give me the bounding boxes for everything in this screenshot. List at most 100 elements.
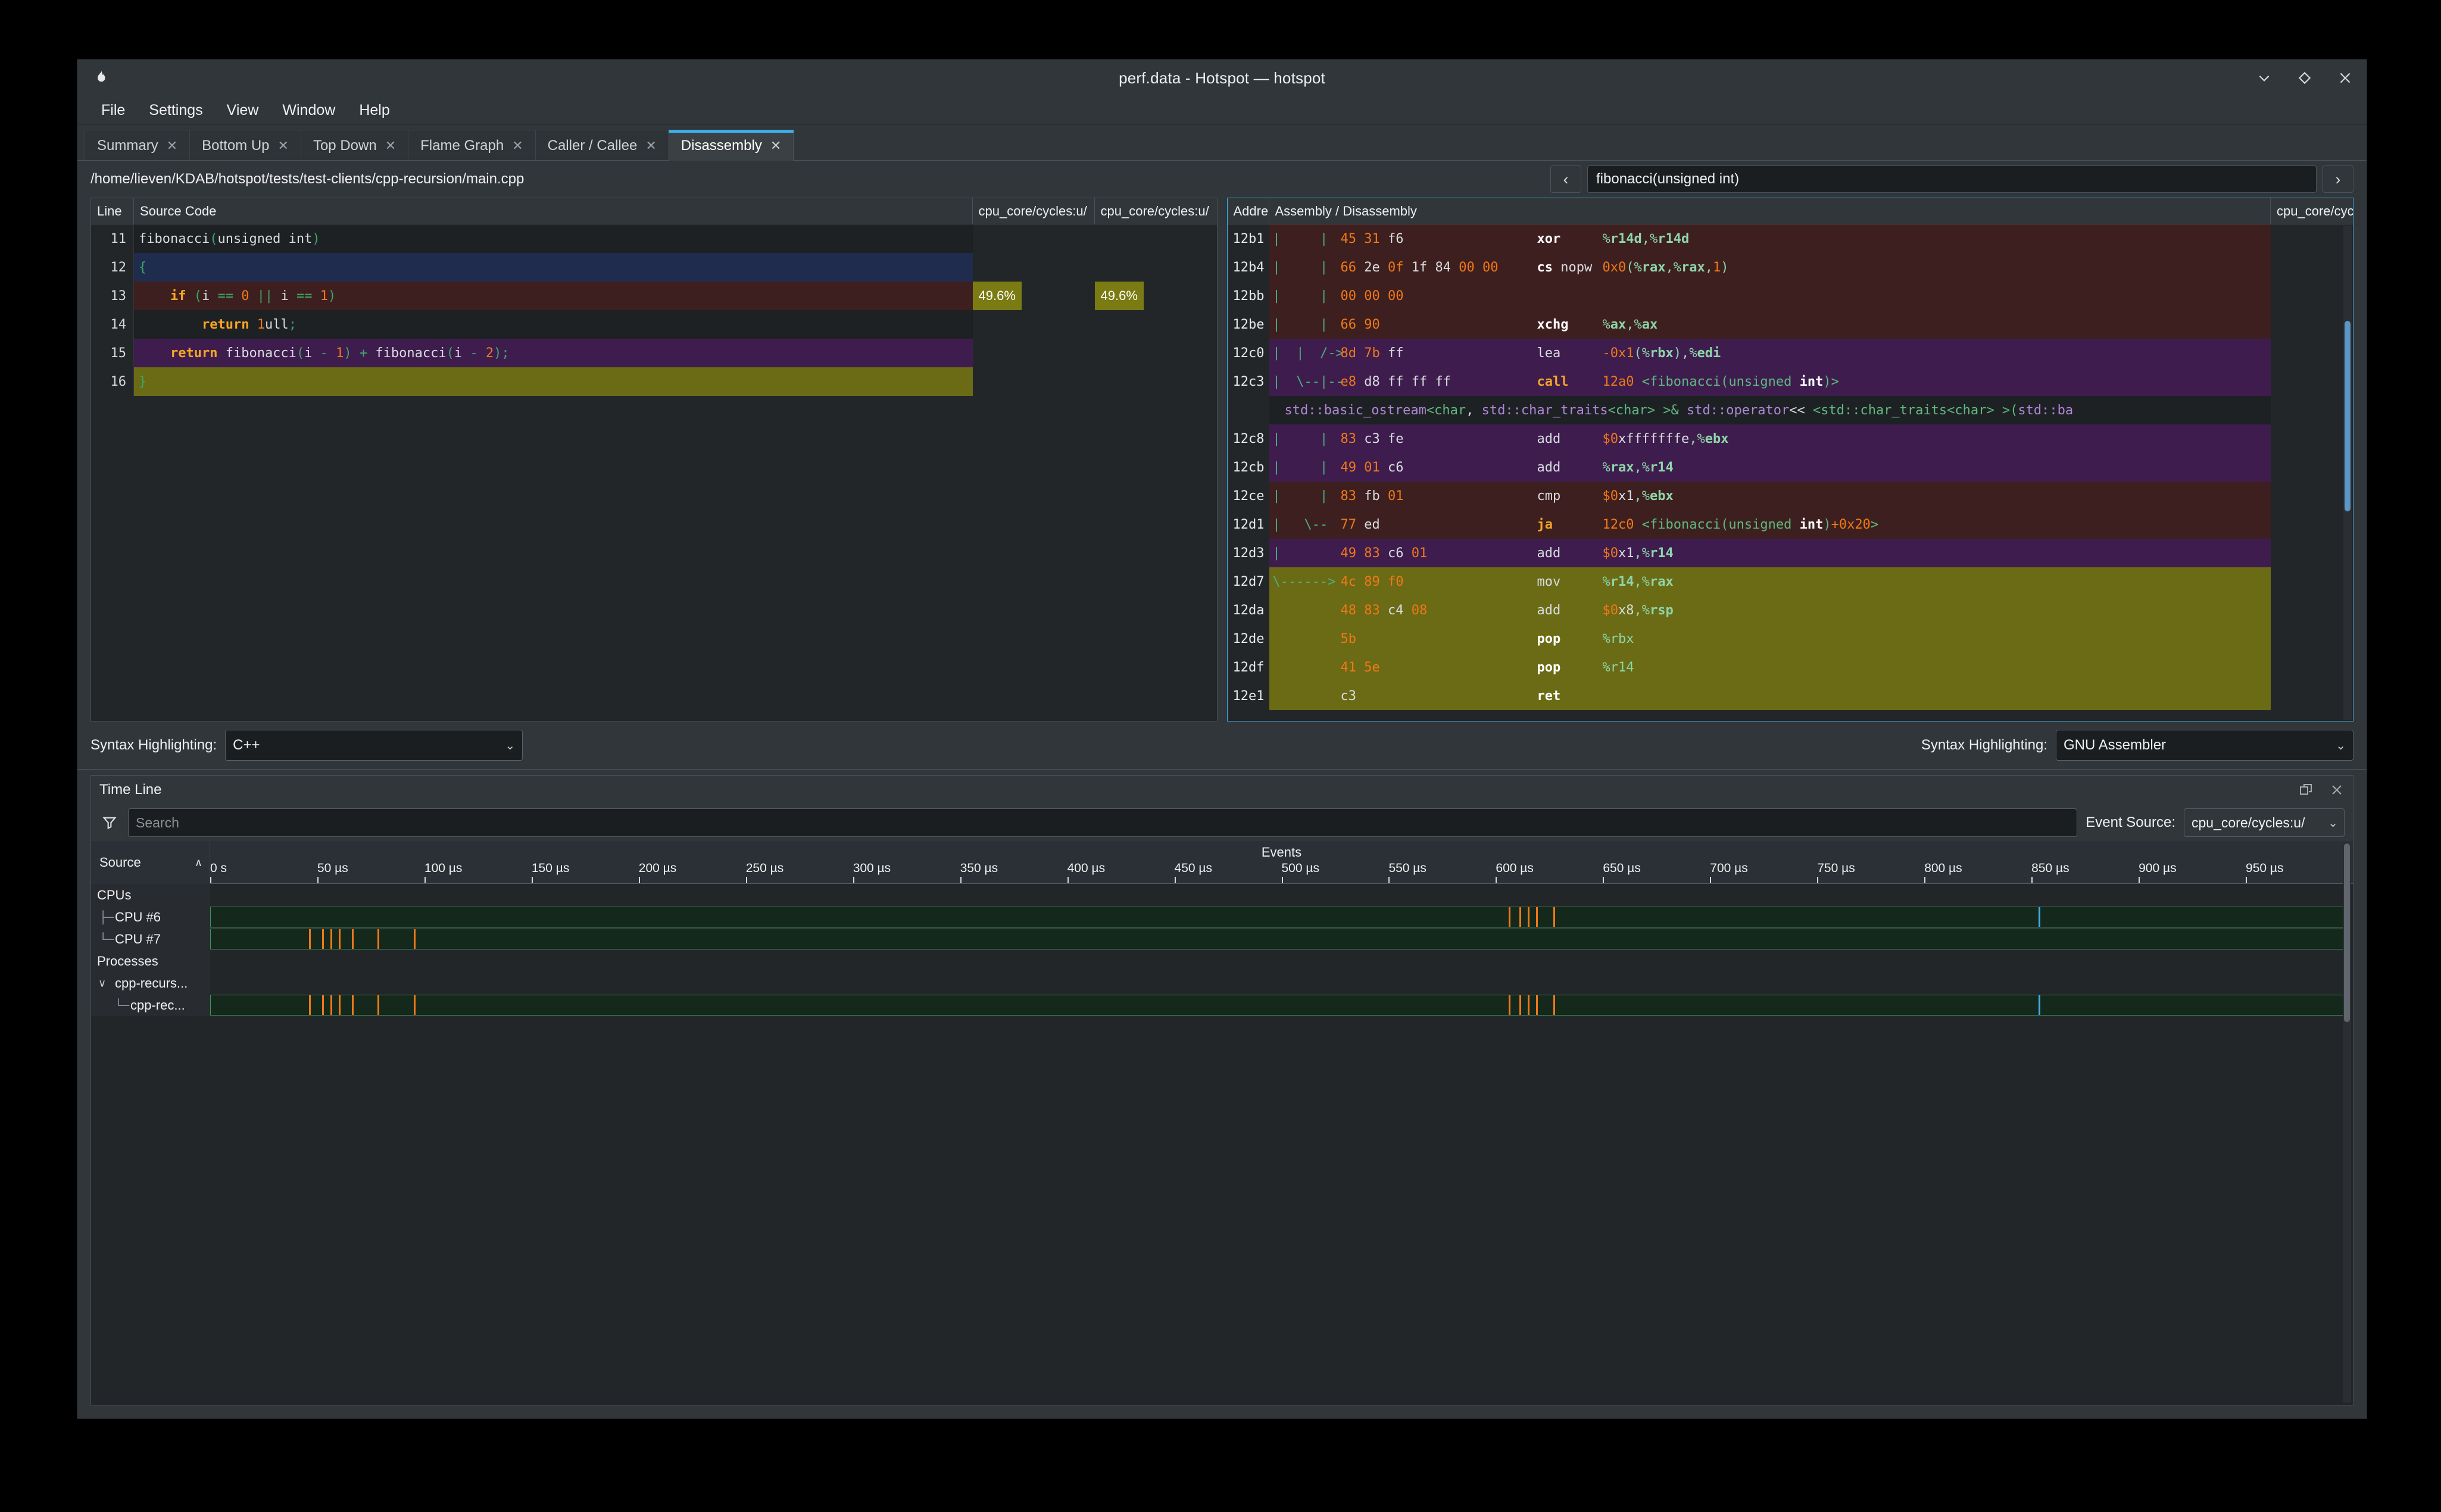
asm-mnemonic: mov <box>1537 574 1603 589</box>
asm-instruction-row[interactable]: 12da48 83 c4 08add$0x8,%rsp <box>1228 596 2353 624</box>
asm-instruction-row[interactable]: 12b1| |45 31 f6xor%r14d,%r14d <box>1228 224 2353 253</box>
menu-file[interactable]: File <box>90 98 136 123</box>
source-row[interactable]: 13 if (i == 0 || i == 1)49.6%49.6% <box>91 282 1217 310</box>
asm-syntax-combo[interactable]: GNU Assembler ⌄ <box>2056 730 2353 761</box>
asm-instruction-row[interactable]: 12c8| |83 c3 feadd$0xfffffffe,%ebx <box>1228 424 2353 453</box>
close-icon[interactable]: ✕ <box>645 138 656 154</box>
asm-source-annotation-row[interactable]: std::basic_ostream<char, std::char_trait… <box>1228 396 2353 424</box>
asm-instruction-row[interactable]: 12d3|49 83 c6 01add$0x1,%r14 <box>1228 539 2353 567</box>
col-cost-1[interactable]: cpu_core/cycles:u/ <box>973 198 1095 224</box>
asm-instruction-row[interactable]: 12b4| |66 2e 0f 1f 84 00 00cs nopw 0x0(%… <box>1228 253 2353 282</box>
timeline-row-name: Processes <box>97 954 158 969</box>
asm-instruction-row[interactable]: 12d7\------> 4c 89 f0mov%r14,%rax <box>1228 567 2353 596</box>
prev-function-button[interactable]: ‹ <box>1550 165 1581 193</box>
asm-header-row: Address Assembly / Disassembly cpu_core/… <box>1228 198 2353 224</box>
close-icon[interactable]: ✕ <box>278 138 289 154</box>
timeline-row[interactable]: └─CPU #7 <box>91 928 2353 950</box>
col-line[interactable]: Line <box>91 198 134 224</box>
col-address[interactable]: Address <box>1228 198 1269 224</box>
tab-disassembly[interactable]: Disassembly✕ <box>669 130 794 161</box>
menu-help[interactable]: Help <box>348 98 400 123</box>
asm-instruction-row[interactable]: 12cb| |49 01 c6add%rax,%r14 <box>1228 453 2353 482</box>
undock-icon[interactable] <box>2298 782 2314 798</box>
asm-instruction-row[interactable]: 12de5bpop%rbx <box>1228 624 2353 653</box>
timeline-source-column-header[interactable]: Source ∧ <box>91 841 210 884</box>
close-icon[interactable]: ✕ <box>770 138 781 154</box>
source-line-text: fibonacci(unsigned int) <box>134 224 973 253</box>
axis-tick-label: 300 µs <box>853 861 891 876</box>
next-function-button[interactable]: › <box>2323 165 2353 193</box>
close-icon[interactable]: ✕ <box>512 138 523 154</box>
timeline-search-input[interactable]: Search <box>128 808 2077 837</box>
timeline-row[interactable]: Processes <box>91 950 2353 972</box>
timeline-row[interactable]: CPUs <box>91 884 2353 906</box>
filter-icon[interactable] <box>99 814 120 831</box>
source-row[interactable]: 16} <box>91 367 1217 396</box>
event-source-combo[interactable]: cpu_core/cycles:u/ ⌄ <box>2184 808 2345 837</box>
timeline-track[interactable] <box>210 906 2353 928</box>
timeline-event-mark <box>414 995 416 1015</box>
timeline-row[interactable]: ├─CPU #6 <box>91 906 2353 928</box>
tab-bottom-up[interactable]: Bottom Up✕ <box>189 130 301 161</box>
menu-window[interactable]: Window <box>271 98 346 123</box>
timeline-track[interactable] <box>210 950 2353 972</box>
close-icon[interactable]: ✕ <box>385 138 396 154</box>
menu-settings[interactable]: Settings <box>138 98 213 123</box>
asm-instruction-row[interactable]: 12c0| | /-> 8d 7b fflea-0x1(%rbx),%edi <box>1228 339 2353 367</box>
timeline-dock-title-bar: Time Line <box>91 776 2353 804</box>
asm-opcode-bytes: 00 00 00 <box>1341 289 1537 304</box>
chevron-down-icon[interactable]: ∨ <box>98 977 106 989</box>
timeline-row[interactable]: └─cpp-rec... <box>91 994 2353 1016</box>
col-source-code[interactable]: Source Code <box>134 198 973 224</box>
asm-mnemonic: ret <box>1537 689 1603 704</box>
asm-branch-arrows: | | <box>1269 232 1341 246</box>
source-line-text: } <box>134 367 973 396</box>
asm-instruction-row[interactable]: 12bb| |00 00 00 <box>1228 282 2353 310</box>
asm-branch-arrows: | \-- <box>1269 517 1341 532</box>
axis-tick-label: 350 µs <box>960 861 998 876</box>
asm-instruction-row[interactable]: 12ce| |83 fb 01cmp$0x1,%ebx <box>1228 482 2353 510</box>
col-assembly[interactable]: Assembly / Disassembly <box>1269 198 2271 224</box>
diamond-icon[interactable] <box>2296 70 2313 86</box>
axis-tick-label: 0 s <box>210 861 227 876</box>
timeline-dock: Time Line Search Event Source: <box>90 775 2353 1405</box>
timeline-track[interactable] <box>210 994 2353 1016</box>
asm-instruction-row[interactable]: 12be| |66 90xchg%ax,%ax <box>1228 310 2353 339</box>
source-row[interactable]: 15 return fibonacci(i - 1) + fibonacci(i… <box>91 339 1217 367</box>
asm-instruction-row[interactable]: 12e1c3ret <box>1228 682 2353 710</box>
menu-view[interactable]: View <box>216 98 270 123</box>
timeline-track[interactable] <box>210 928 2353 950</box>
timeline-scrollbar[interactable] <box>2343 842 2351 1402</box>
close-icon[interactable] <box>2329 782 2345 798</box>
source-code-pane: Line Source Code cpu_core/cycles:u/ cpu_… <box>90 198 1218 721</box>
cost-bar: 49.6% <box>973 282 1022 310</box>
source-row[interactable]: 11fibonacci(unsigned int) <box>91 224 1217 253</box>
timeline-row[interactable]: ∨cpp-recurs... <box>91 972 2353 994</box>
tab-summary[interactable]: Summary✕ <box>85 130 190 161</box>
asm-scrollbar[interactable] <box>2343 226 2352 720</box>
close-icon[interactable] <box>2337 70 2353 86</box>
close-icon[interactable]: ✕ <box>167 138 177 154</box>
timeline-marker <box>2039 907 2040 927</box>
source-line-number: 14 <box>91 310 134 339</box>
source-row[interactable]: 12{ <box>91 253 1217 282</box>
col-cost-2[interactable]: cpu_core/cycles:u/ <box>1095 198 1217 224</box>
col-asm-cost[interactable]: cpu_core/cycles:u/ <box>2271 198 2353 224</box>
asm-branch-arrows: | | <box>1269 317 1341 332</box>
asm-syntax-group: Syntax Highlighting: GNU Assembler ⌄ <box>1921 730 2353 761</box>
timeline-track[interactable] <box>210 884 2353 906</box>
asm-instruction-row[interactable]: 12c3| \--|-- e8 d8 ff ff ffcall12a0 <fib… <box>1228 367 2353 396</box>
tab-top-down[interactable]: Top Down✕ <box>301 130 408 161</box>
source-file-path: /home/lieven/KDAB/hotspot/tests/test-cli… <box>90 171 524 188</box>
asm-instruction-row[interactable]: 12df41 5epop%r14 <box>1228 653 2353 682</box>
tab-caller-callee[interactable]: Caller / Callee✕ <box>535 130 669 161</box>
asm-instruction-row[interactable]: 12d1| \-- 77 edja12c0 <fibonacci(unsigne… <box>1228 510 2353 539</box>
source-row[interactable]: 14 return 1ull; <box>91 310 1217 339</box>
timeline-track[interactable] <box>210 972 2353 994</box>
asm-address: 12d1 <box>1228 510 1269 539</box>
source-syntax-combo[interactable]: C++ ⌄ <box>225 730 523 761</box>
timeline-band <box>210 929 2349 949</box>
tab-flame-graph[interactable]: Flame Graph✕ <box>408 130 536 161</box>
function-name-field[interactable]: fibonacci(unsigned int) <box>1587 165 2317 193</box>
chevron-down-icon[interactable] <box>2256 70 2273 86</box>
